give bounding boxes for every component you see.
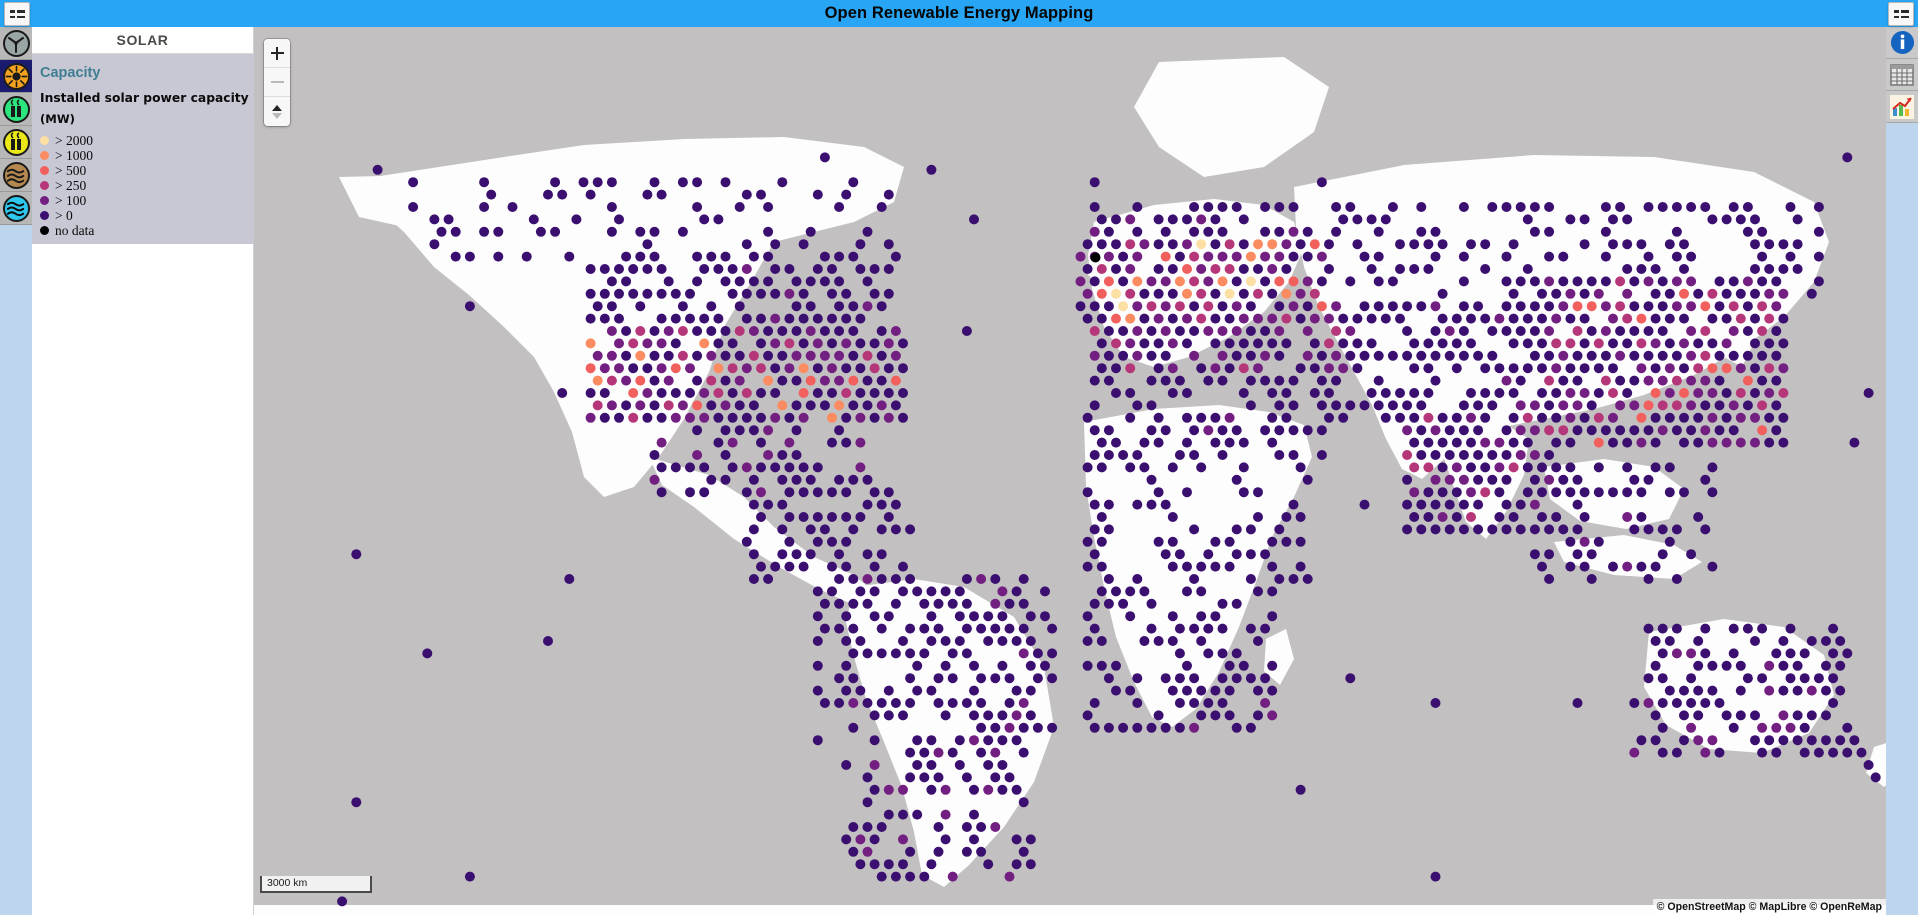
compass-reset-button[interactable] xyxy=(264,97,290,126)
minus-icon xyxy=(270,75,284,89)
info-circle-icon xyxy=(1889,30,1915,56)
tools-rail xyxy=(1886,27,1918,915)
data-table-button[interactable] xyxy=(1886,59,1918,91)
rail-item-geothermal[interactable] xyxy=(0,159,32,192)
panel-header: SOLAR xyxy=(32,27,253,54)
map-attribution: © OpenStreetMap © MapLibre © OpenReMap xyxy=(1652,899,1886,915)
page-title: Open Renewable Energy Mapping xyxy=(824,4,1094,22)
panel-menu-button[interactable] xyxy=(1888,2,1914,26)
legend-swatch xyxy=(40,226,49,235)
legend-box: Capacity Installed solar power capacity … xyxy=(32,54,254,244)
legend-subtitle: Capacity xyxy=(40,65,101,81)
legend-swatch xyxy=(40,196,49,205)
rail-item-hydro[interactable] xyxy=(0,192,32,225)
zoom-in-button[interactable] xyxy=(264,39,290,68)
statistics-button[interactable] xyxy=(1886,91,1918,123)
legend-swatch xyxy=(40,211,49,220)
map-graphic xyxy=(254,27,1886,915)
hamburger-icon xyxy=(1893,10,1909,18)
map-canvas[interactable]: 3000 km © OpenStreetMap © MapLibre © Ope… xyxy=(254,27,1886,915)
zoom-out-button[interactable] xyxy=(264,68,290,97)
legend-swatch xyxy=(40,181,49,190)
biomass-green-icon xyxy=(2,95,30,123)
app-root: Open Renewable Energy Mapping SOLAR Capa… xyxy=(0,0,1918,915)
legend-item[interactable]: > 250 xyxy=(32,178,254,193)
legend-item[interactable]: no data xyxy=(32,223,254,238)
legend-item[interactable]: > 0 xyxy=(32,208,254,223)
legend-swatch xyxy=(40,151,49,160)
legend-item-label: > 100 xyxy=(55,192,87,208)
legend-item-label: > 2000 xyxy=(55,132,93,148)
geothermal-icon xyxy=(2,161,30,189)
hydro-water-icon xyxy=(2,194,30,222)
bar-chart-icon xyxy=(1889,94,1915,120)
legend-item-label: no data xyxy=(55,222,95,238)
energy-type-rail xyxy=(0,27,32,915)
biomass-yellow-icon xyxy=(2,128,30,156)
sun-icon xyxy=(2,62,30,90)
legend-item-label: > 250 xyxy=(55,177,87,193)
wind-turbine-icon xyxy=(2,29,30,57)
rail-item-bioenergy[interactable] xyxy=(0,93,32,126)
legend-swatch xyxy=(40,166,49,175)
hamburger-icon xyxy=(9,10,25,18)
compass-icon xyxy=(272,104,282,111)
legend-item-label: > 500 xyxy=(55,162,87,178)
legend-panel: SOLAR Capacity Installed solar power cap… xyxy=(32,27,254,915)
plus-icon xyxy=(270,46,284,60)
rail-item-biogas[interactable] xyxy=(0,126,32,159)
legend-description: Installed solar power capacity xyxy=(40,91,249,105)
rail-item-wind[interactable] xyxy=(0,27,32,60)
main-menu-button[interactable] xyxy=(4,2,30,26)
legend-unit: (MW) xyxy=(40,112,75,126)
legend-item[interactable]: > 100 xyxy=(32,193,254,208)
info-button[interactable] xyxy=(1886,27,1918,59)
legend-swatch xyxy=(40,136,49,145)
table-icon xyxy=(1889,62,1915,88)
rail-item-solar[interactable] xyxy=(0,60,32,93)
legend-item[interactable]: > 2000 xyxy=(32,133,254,148)
legend-item-label: > 1000 xyxy=(55,147,93,163)
title-bar: Open Renewable Energy Mapping xyxy=(0,0,1918,27)
compass-icon-lower xyxy=(272,112,282,119)
scale-bar: 3000 km xyxy=(260,876,372,893)
map-zoom-controls xyxy=(264,39,290,126)
legend-item[interactable]: > 500 xyxy=(32,163,254,178)
legend-item[interactable]: > 1000 xyxy=(32,148,254,163)
legend-item-label: > 0 xyxy=(55,207,73,223)
